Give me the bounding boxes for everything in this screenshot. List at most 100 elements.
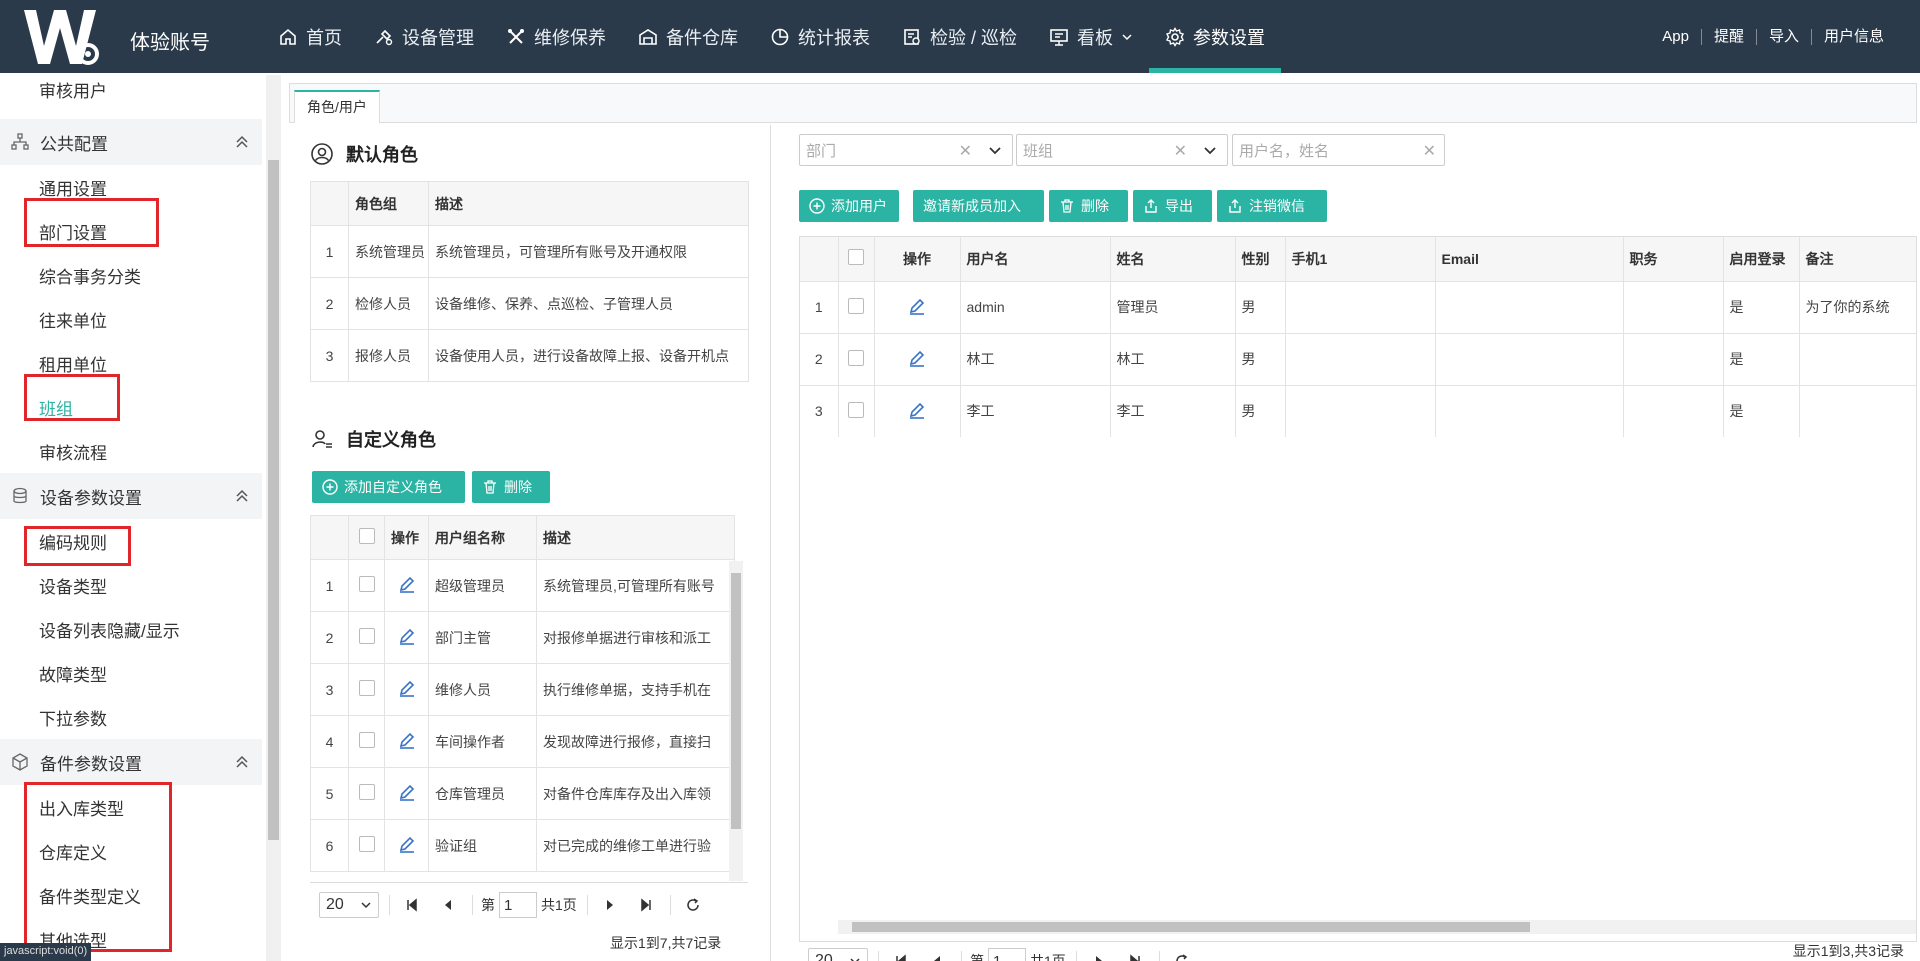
unbind-wechat-button[interactable]: 注销微信 [1217,190,1327,222]
table-row[interactable]: 2 检修人员 设备维修、保养、点巡检、子管理人员 [310,277,749,330]
row-checkbox[interactable] [348,767,385,820]
select-all-checkbox[interactable] [348,515,385,560]
invite-member-button[interactable]: 邀请新成员加入 [913,190,1044,222]
sidebar-item-equipment-type[interactable]: 设备类型 [0,563,262,607]
table-row[interactable]: 2 部门主管 对报修单据进行审核和派工 [310,611,735,664]
last-page-button[interactable] [632,892,660,918]
import-link[interactable]: 导入 [1755,28,1811,45]
row-checkbox[interactable] [837,332,875,386]
delete-custom-role-button[interactable]: 删除 [472,471,550,503]
edit-button[interactable] [873,332,961,386]
sidebar-group-parts-params[interactable]: 备件参数设置 [0,739,262,785]
checkbox[interactable] [848,297,864,314]
table-row[interactable]: 3 维修人员 执行维修单据，支持手机在 [310,663,735,716]
checkbox[interactable] [848,401,864,418]
table-row[interactable]: 1 admin 管理员男 是为了你的系统 [800,280,1916,334]
nav-settings[interactable]: 参数设置 [1149,0,1282,73]
checkbox[interactable] [358,732,375,748]
user-info-link[interactable]: 用户信息 [1810,28,1896,45]
edit-button[interactable] [384,715,429,768]
nav-maintenance[interactable]: 维修保养 [490,0,622,73]
scrollbar-thumb[interactable] [852,922,1530,932]
page-number-input[interactable]: 1 [499,892,537,918]
clear-icon[interactable]: ✕ [1174,141,1187,161]
scrollbar-thumb[interactable] [268,160,279,840]
row-checkbox[interactable] [348,819,385,872]
export-button[interactable]: 导出 [1133,190,1212,222]
row-checkbox[interactable] [348,559,385,612]
nav-home[interactable]: 首页 [262,0,358,73]
edit-button[interactable] [384,767,429,820]
checkbox[interactable] [848,249,864,266]
table-row[interactable]: 1 系统管理员 系统管理员，可管理所有账号及开通权限 [310,225,749,278]
sidebar-group-public-config[interactable]: 公共配置 [0,119,262,165]
row-checkbox[interactable] [837,384,875,438]
page-number-input[interactable]: 1 [988,948,1026,961]
table-scrollbar[interactable] [729,561,743,881]
next-page-button[interactable] [596,892,624,918]
table-row[interactable]: 6 验证组 对已完成的维修工单进行验 [310,819,735,872]
checkbox[interactable] [358,628,375,644]
edit-button[interactable] [873,280,961,334]
team-filter[interactable]: 班组 ✕ [1016,134,1228,166]
first-page-button[interactable] [398,892,426,918]
horizontal-scrollbar[interactable] [838,920,1916,934]
nav-inspection[interactable]: 检验 / 巡检 [886,0,1033,73]
next-page-button[interactable] [1085,948,1113,961]
clear-icon[interactable]: ✕ [1423,141,1436,161]
last-page-button[interactable] [1121,948,1149,961]
edit-button[interactable] [384,663,429,716]
select-all-checkbox[interactable] [837,237,875,282]
table-row[interactable]: 2 林工 林工男是 [800,332,1916,386]
table-row[interactable]: 5 仓库管理员 对备件仓库库存及出入库领 [310,767,735,820]
sidebar-item-affairs[interactable]: 综合事务分类 [0,253,262,297]
edit-button[interactable] [384,819,429,872]
row-checkbox[interactable] [348,663,385,716]
first-page-button[interactable] [887,948,915,961]
nav-equipment[interactable]: 设备管理 [358,0,490,73]
tab-role-user[interactable]: 角色/用户 [294,90,380,123]
sidebar-scrollbar[interactable] [266,75,281,961]
table-row[interactable]: 1 超级管理员 系统管理员,可管理所有账号 [310,559,735,612]
scrollbar-thumb[interactable] [731,573,741,829]
edit-button[interactable] [873,384,961,438]
sidebar-item-dropdown-params[interactable]: 下拉参数 [0,695,262,739]
department-filter[interactable]: 部门 ✕ [799,134,1013,166]
row-checkbox[interactable] [348,715,385,768]
refresh-button[interactable] [1168,948,1196,961]
add-user-button[interactable]: 添加用户 [799,190,899,222]
prev-page-button[interactable] [923,948,951,961]
table-row[interactable]: 3 李工 李工男是 [800,384,1916,438]
sidebar-item-list-visibility[interactable]: 设备列表隐藏/显示 [0,607,262,651]
nav-board[interactable]: 看板 [1033,0,1149,73]
table-row[interactable]: 3 报修人员 设备使用人员，进行设备故障上报、设备开机点 [310,329,749,382]
edit-button[interactable] [384,559,429,612]
checkbox[interactable] [848,349,864,366]
row-checkbox[interactable] [837,280,875,334]
reminder-link[interactable]: 提醒 [1700,28,1756,45]
sidebar-item-workflow[interactable]: 审核流程 [0,429,262,473]
sidebar-item-fault-type[interactable]: 故障类型 [0,651,262,695]
edit-button[interactable] [384,611,429,664]
table-row[interactable]: 4 车间操作者 发现故障进行报修，直接扫 [310,715,735,768]
nav-reports[interactable]: 统计报表 [754,0,886,73]
name-search-input[interactable]: 用户名，姓名 ✕ [1232,134,1445,166]
clear-icon[interactable]: ✕ [959,141,972,161]
refresh-button[interactable] [679,892,707,918]
nav-warehouse[interactable]: 备件仓库 [622,0,754,73]
app-link[interactable]: App [1650,28,1701,45]
checkbox[interactable] [358,576,375,592]
page-size-select[interactable]: 20 [319,892,379,918]
prev-page-button[interactable] [434,892,462,918]
sidebar-group-equipment-params[interactable]: 设备参数设置 [0,473,262,519]
add-custom-role-button[interactable]: 添加自定义角色 [312,471,465,503]
row-checkbox[interactable] [348,611,385,664]
page-size-select[interactable]: 20 [808,948,868,961]
checkbox[interactable] [358,784,375,800]
delete-user-button[interactable]: 删除 [1049,190,1128,222]
checkbox[interactable] [358,528,375,544]
sidebar-item-review-users[interactable]: 审核用户 [0,75,262,105]
sidebar-item-partners[interactable]: 往来单位 [0,297,262,341]
checkbox[interactable] [358,680,375,696]
checkbox[interactable] [358,836,375,852]
